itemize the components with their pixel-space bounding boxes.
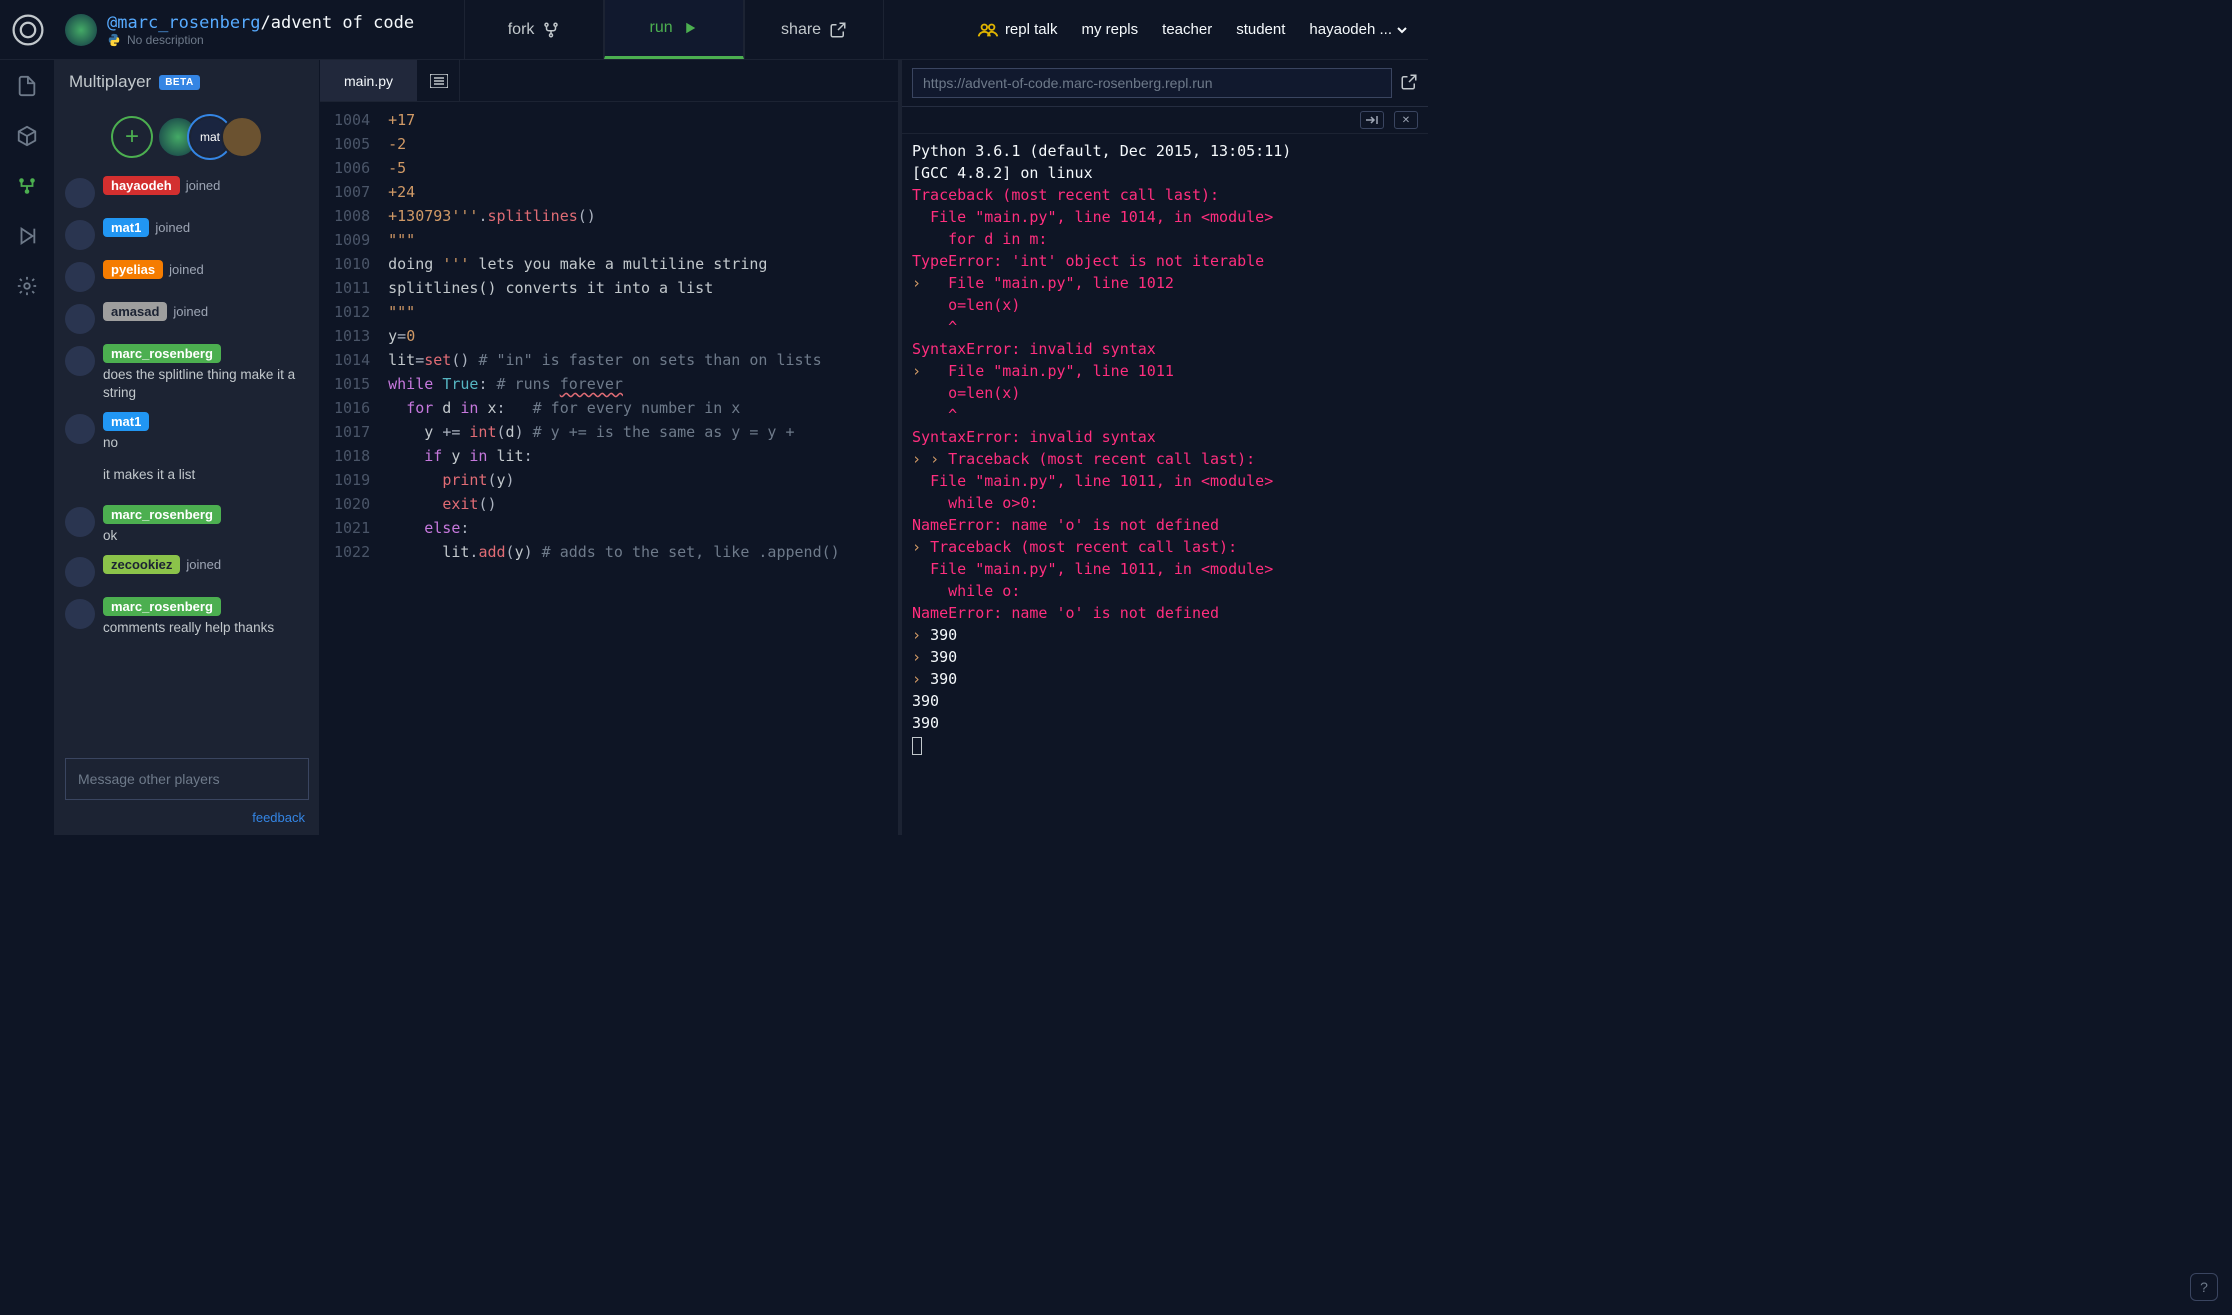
chat-message: it makes it a list [65,463,309,495]
top-nav: repl talk my repls teacher student hayao… [977,21,1428,38]
chat-avatar [65,346,95,376]
open-external-button[interactable] [1400,73,1418,94]
chat-message: marc_rosenbergok [65,505,309,545]
line-gutter: 1004100510061007100810091010101110121013… [320,102,384,835]
external-link-icon [1400,73,1418,91]
list-icon [430,74,448,88]
chat-text: no [103,434,309,452]
chat-log[interactable]: hayaodehjoinedmat1joinedpyeliasjoinedama… [55,176,319,750]
chat-avatar [65,557,95,587]
chat-message: mat1 joined [65,218,309,250]
terminal-output[interactable]: Python 3.6.1 (default, Dec 2015, 13:05:1… [902,134,1428,835]
repl-title[interactable]: @marc_rosenberg/advent of code [107,13,414,33]
my-repls-link[interactable]: my repls [1081,21,1138,38]
chat-message: mat1 no [65,412,309,452]
joined-label: joined [169,262,204,277]
files-icon[interactable] [15,74,39,98]
chat-avatar [65,178,95,208]
user-chip[interactable]: mat1 [103,412,149,431]
user-chip[interactable]: hayaodeh [103,176,180,195]
chat-avatar [65,304,95,334]
chat-message: amasad joined [65,302,309,334]
chat-avatar [65,507,95,537]
user-menu[interactable]: hayaodeh ... [1309,21,1408,38]
chat-input[interactable]: Message other players [65,758,309,800]
run-button[interactable]: run [604,0,744,59]
share-icon [829,21,847,39]
play-icon [681,19,699,37]
fork-icon [542,21,560,39]
code-editor[interactable]: 1004100510061007100810091010101110121013… [320,102,898,835]
chat-message: zecookiez joined [65,555,309,587]
beta-badge: BETA [159,75,199,90]
run-url-input[interactable]: https://advent-of-code.marc-rosenberg.re… [912,68,1392,98]
terminal-clear-button[interactable]: ✕ [1394,111,1418,129]
repl-description: No description [107,33,414,47]
fork-button[interactable]: fork [464,0,604,59]
participant-avatar[interactable] [221,116,263,158]
chat-message: pyelias joined [65,260,309,292]
editor-menu-button[interactable] [418,60,460,101]
expand-icon [1365,115,1379,125]
settings-icon[interactable] [15,274,39,298]
multiplayer-panel: Multiplayer BETA + mat hayaodehjoinedmat… [55,60,320,835]
action-tabs: fork run share [464,0,884,59]
logo-icon[interactable] [0,12,55,48]
joined-label: joined [186,557,221,572]
code-content[interactable]: +17-2-5+24+130793'''.splitlines()"""doin… [384,102,852,835]
debugger-icon[interactable] [15,224,39,248]
console-pane: https://advent-of-code.marc-rosenberg.re… [898,60,1428,835]
top-bar: @marc_rosenberg/advent of code No descri… [0,0,1428,60]
user-chip[interactable]: pyelias [103,260,163,279]
chat-text: does the splitline thing make it a strin… [103,366,309,402]
user-chip[interactable]: zecookiez [103,555,180,574]
user-chip[interactable]: amasad [103,302,167,321]
joined-label: joined [186,178,221,193]
people-icon [977,22,999,38]
student-link[interactable]: student [1236,21,1285,38]
chat-text: ok [103,527,309,545]
help-button[interactable]: ? [2190,1273,2218,1301]
teacher-link[interactable]: teacher [1162,21,1212,38]
repl-talk-link[interactable]: repl talk [977,21,1058,38]
chat-avatar [65,599,95,629]
user-chip[interactable]: mat1 [103,218,149,237]
share-button[interactable]: share [744,0,884,59]
python-icon [107,33,121,47]
side-rail [0,60,55,835]
add-player-button[interactable]: + [111,116,153,158]
owner-link[interactable]: @marc_rosenberg [107,13,261,33]
chat-avatar [65,220,95,250]
editor-pane: main.py 10041005100610071008100910101011… [320,60,898,835]
multiplayer-icon[interactable] [15,174,39,198]
repl-info: @marc_rosenberg/advent of code No descri… [55,13,424,47]
chat-avatar [65,262,95,292]
multiplayer-title: Multiplayer [69,72,151,92]
participant-avatars: + mat [55,104,319,176]
terminal-expand-button[interactable] [1360,111,1384,129]
chat-avatar [65,414,95,444]
chat-message: hayaodeh joined [65,176,309,208]
user-chip[interactable]: marc_rosenberg [103,344,221,363]
chevron-down-icon [1396,24,1408,36]
chat-text: it makes it a list [103,466,309,484]
chat-message: marc_rosenberg comments really help thank… [65,597,309,637]
user-chip[interactable]: marc_rosenberg [103,505,221,524]
file-tab[interactable]: main.py [320,60,418,101]
packages-icon[interactable] [15,124,39,148]
joined-label: joined [155,220,190,235]
user-chip[interactable]: marc_rosenberg [103,597,221,616]
joined-label: joined [173,304,208,319]
chat-message: marc_rosenbergdoes the splitline thing m… [65,344,309,402]
chat-text: comments really help thanks [103,619,309,637]
feedback-link[interactable]: feedback [55,806,319,835]
owner-avatar[interactable] [65,14,97,46]
